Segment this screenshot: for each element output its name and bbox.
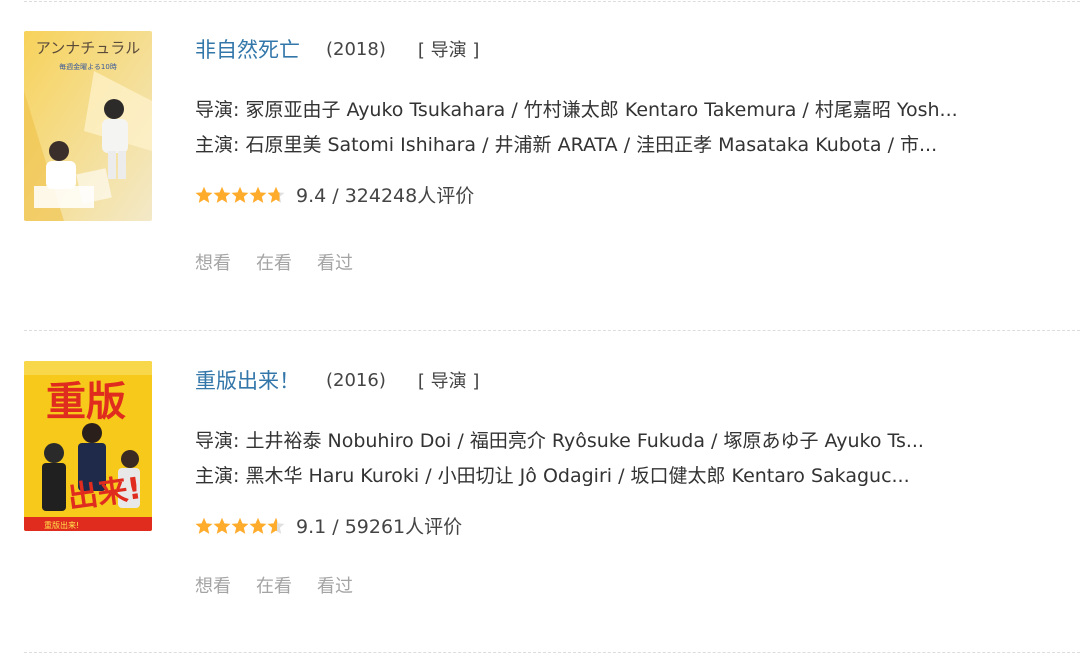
cast-line: 主演: 黑木华 Haru Kuroki / 小田切让 Jô Odagiri / …	[195, 465, 910, 487]
star-icon	[249, 186, 267, 203]
watching-link[interactable]: 在看	[256, 572, 292, 598]
star-icon	[267, 517, 285, 534]
rating-stars	[195, 517, 285, 535]
star-icon	[213, 186, 231, 203]
title-row: 重版出来！ (2016) [ 导演 ]	[195, 362, 479, 398]
rating: 9.4 / 324248人评价	[195, 181, 474, 208]
top-divider	[24, 1, 1080, 2]
role-label: [ 导演 ]	[417, 371, 480, 392]
directors-line: 导演: 土井裕泰 Nobuhiro Doi / 福田亮介 Ryôsuke Fuk…	[195, 430, 924, 452]
action-links: 想看 在看 看过	[195, 249, 353, 275]
star-icon	[213, 517, 231, 534]
cast-line: 主演: 石原里美 Satomi Ishihara / 井浦新 ARATA / 洼…	[195, 134, 938, 156]
release-year: (2016)	[326, 369, 386, 391]
star-icon	[231, 517, 249, 534]
role-label: [ 导演 ]	[417, 40, 480, 61]
poster-image[interactable]: アンナチュラル 毎週金曜よる10時	[24, 31, 152, 221]
watched-link[interactable]: 看过	[317, 249, 353, 275]
want-to-watch-link[interactable]: 想看	[195, 572, 231, 598]
star-icon	[267, 186, 285, 203]
poster-top-text: 重版	[46, 379, 126, 425]
directors-line: 导演: 冢原亚由子 Ayuko Tsukahara / 竹村谦太郎 Kentar…	[195, 99, 958, 121]
poster-tagline: 重版出来!	[44, 520, 79, 530]
list-item: 重版 出来! 重版出来! 重版出来！ (2016) [ 导演 ] 导演: 土井裕…	[0, 361, 1080, 662]
star-icon	[195, 186, 213, 203]
want-to-watch-link[interactable]: 想看	[195, 249, 231, 275]
star-icon	[231, 186, 249, 203]
release-year: (2018)	[326, 38, 386, 60]
star-icon	[249, 517, 267, 534]
poster-title-text: アンナチュラル	[36, 39, 140, 57]
list-item: アンナチュラル 毎週金曜よる10時 非自然死亡 (2018) [ 导演 ] 导演…	[0, 31, 1080, 331]
rating: 9.1 / 59261人评价	[195, 512, 462, 539]
movie-title-link[interactable]: 非自然死亡	[195, 34, 300, 64]
star-icon	[195, 517, 213, 534]
movie-title-link[interactable]: 重版出来！	[195, 365, 300, 395]
rating-text: 9.4 / 324248人评价	[296, 185, 475, 207]
poster-image[interactable]: 重版 出来! 重版出来!	[24, 361, 152, 531]
rating-text: 9.1 / 59261人评价	[296, 516, 463, 538]
item-divider	[24, 330, 1080, 331]
watching-link[interactable]: 在看	[256, 249, 292, 275]
watched-link[interactable]: 看过	[317, 572, 353, 598]
title-row: 非自然死亡 (2018) [ 导演 ]	[195, 31, 479, 67]
rating-stars	[195, 186, 285, 204]
poster-subtitle-text: 毎週金曜よる10時	[59, 62, 117, 71]
action-links: 想看 在看 看过	[195, 572, 353, 598]
item-divider	[24, 652, 1080, 653]
